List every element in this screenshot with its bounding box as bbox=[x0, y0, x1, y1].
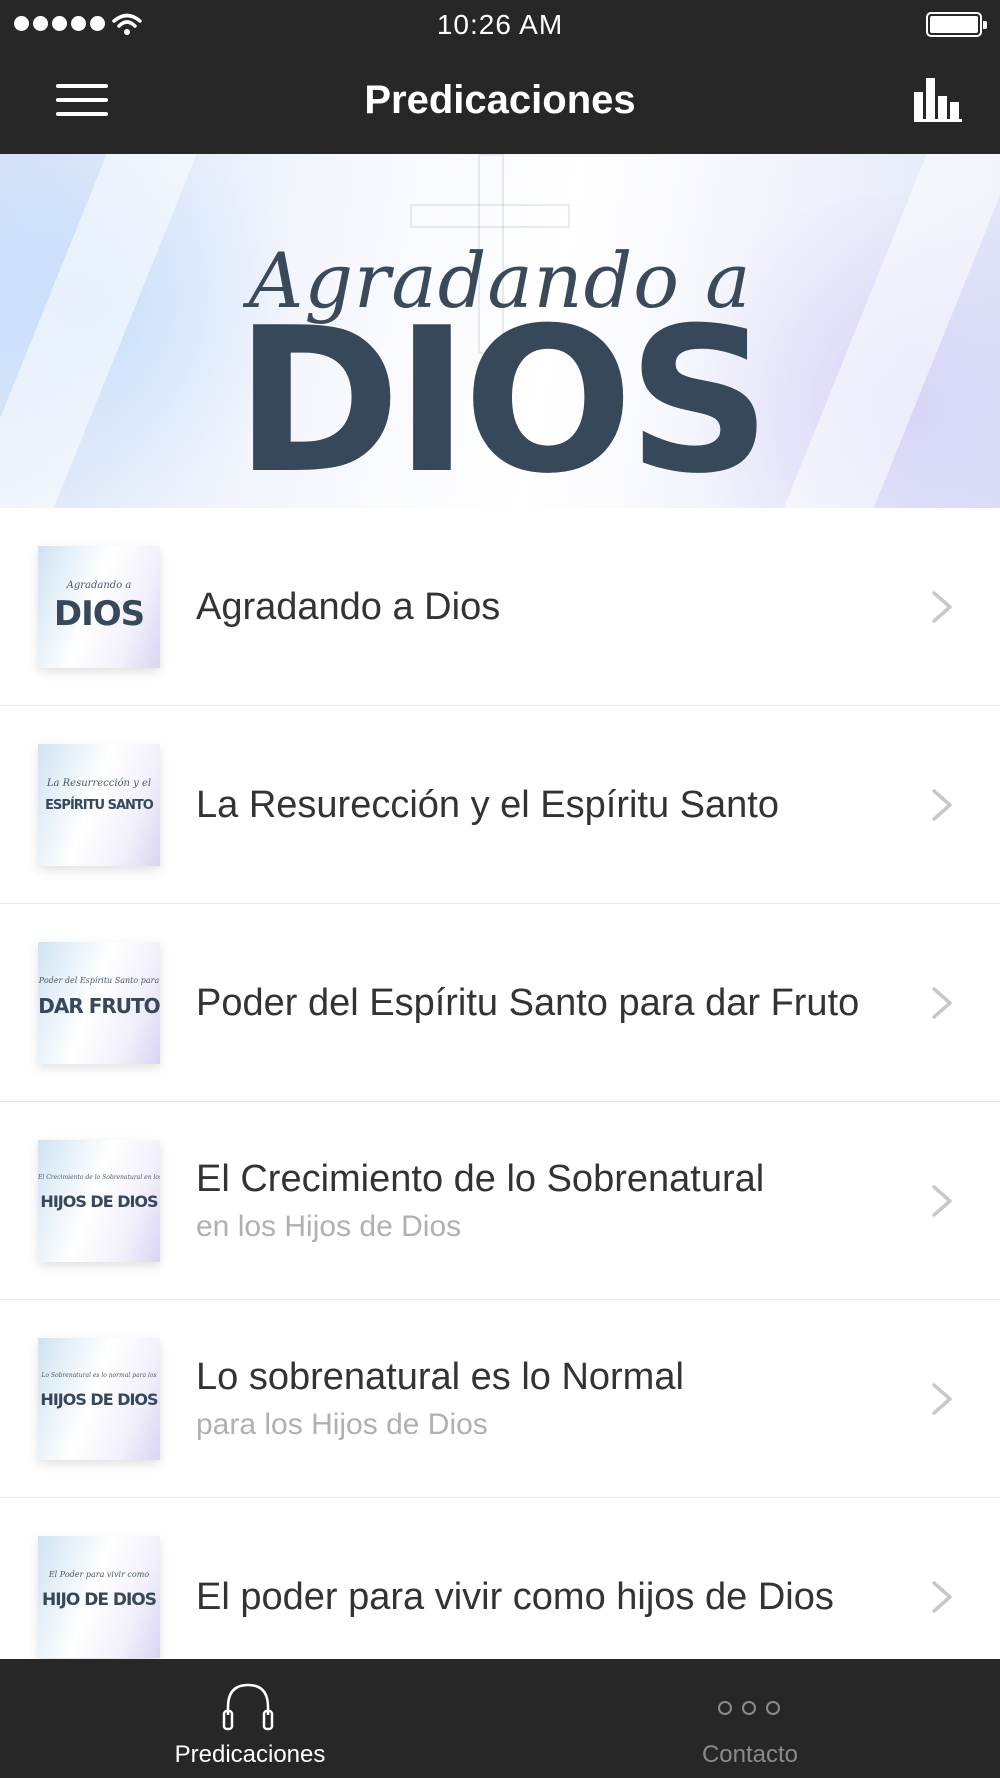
sermon-thumbnail: El Crecimiento de lo Sobrenatural en los… bbox=[38, 1140, 160, 1262]
sermon-thumbnail: Agradando a DIOS bbox=[38, 546, 160, 668]
battery-icon bbox=[926, 12, 987, 37]
sermon-thumbnail: Poder del Espíritu Santo para DAR FRUTO bbox=[38, 942, 160, 1064]
list-item[interactable]: La Resurrección y el ESPÍRITU SANTO La R… bbox=[0, 706, 1000, 904]
status-time: 10:26 AM bbox=[436, 9, 564, 40]
page-title: Predicaciones bbox=[364, 78, 636, 122]
banner-big-text: DIOS bbox=[234, 285, 772, 508]
chevron-right-icon bbox=[932, 591, 952, 623]
list-item-subtitle: en los Hijos de Dios bbox=[196, 1210, 462, 1243]
chevron-right-icon bbox=[932, 1383, 952, 1415]
tab-label: Contacto bbox=[701, 1741, 799, 1768]
tab-bar: Predicaciones Contacto bbox=[0, 1659, 1000, 1778]
list-item-title: El poder para vivir como hijos de Dios bbox=[196, 1576, 834, 1618]
sermon-list: Agradando a DIOS Agradando a Dios La Res… bbox=[0, 508, 1000, 1696]
list-item[interactable]: El Crecimiento de lo Sobrenatural en los… bbox=[0, 1102, 1000, 1300]
list-item-title: La Resurección y el Espíritu Santo bbox=[196, 784, 779, 826]
bar-chart-icon[interactable] bbox=[914, 78, 962, 122]
chevron-right-icon bbox=[932, 789, 952, 821]
featured-banner[interactable]: Agradando a DIOS bbox=[0, 154, 1000, 508]
list-item[interactable]: Agradando a DIOS Agradando a Dios bbox=[0, 508, 1000, 706]
tab-contacto[interactable]: Contacto bbox=[500, 1659, 1000, 1778]
navigation-bar: Predicaciones bbox=[0, 50, 1000, 154]
list-item[interactable]: Poder del Espíritu Santo para DAR FRUTO … bbox=[0, 904, 1000, 1102]
list-item-title: Lo sobrenatural es lo Normal bbox=[196, 1356, 684, 1398]
tab-predicaciones[interactable]: Predicaciones bbox=[0, 1659, 500, 1778]
status-bar: 10:26 AM bbox=[0, 0, 1000, 50]
list-item[interactable]: Lo Sobrenatural es lo normal para los HI… bbox=[0, 1300, 1000, 1498]
list-item-subtitle: para los Hijos de Dios bbox=[196, 1408, 488, 1441]
list-item-title: Poder del Espíritu Santo para dar Fruto bbox=[196, 982, 860, 1024]
chevron-right-icon bbox=[932, 987, 952, 1019]
more-dots-icon bbox=[718, 1701, 780, 1715]
list-item-title: Agradando a Dios bbox=[196, 586, 501, 628]
sermon-thumbnail: El Poder para vivir como HIJO DE DIOS bbox=[38, 1536, 160, 1658]
list-item-title: El Crecimiento de lo Sobrenatural bbox=[196, 1158, 765, 1200]
sermon-thumbnail: Lo Sobrenatural es lo normal para los HI… bbox=[38, 1338, 160, 1460]
chevron-right-icon bbox=[932, 1185, 952, 1217]
chevron-right-icon bbox=[932, 1581, 952, 1613]
tab-label: Predicaciones bbox=[174, 1741, 326, 1768]
sermon-thumbnail: La Resurrección y el ESPÍRITU SANTO bbox=[38, 744, 160, 866]
headphones-icon bbox=[222, 1683, 274, 1731]
